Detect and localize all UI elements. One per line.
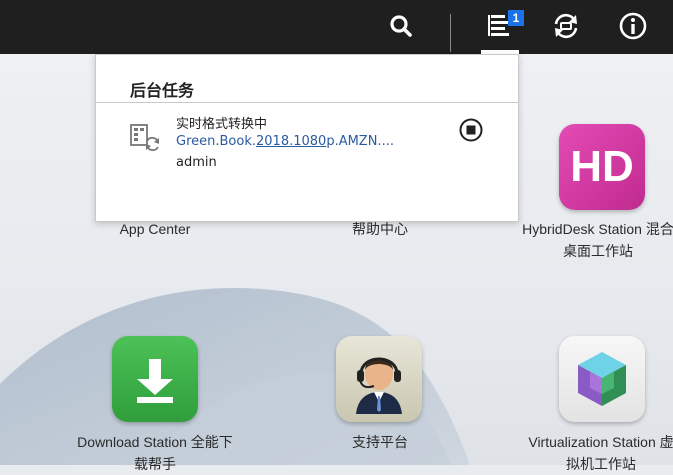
stop-task-button[interactable]: [459, 118, 483, 142]
tasks-count-badge: 1: [508, 10, 524, 26]
virtualization-app-icon[interactable]: [559, 336, 645, 422]
popup-title: 后台任务: [130, 81, 195, 100]
info-button[interactable]: [614, 8, 652, 44]
virtualization-label-line1: Virtualization Station 虚: [528, 434, 673, 450]
task-user: admin: [176, 155, 217, 170]
download-station-app-icon[interactable]: [112, 336, 198, 422]
download-station-label[interactable]: Download Station 全能下 载帮手: [60, 431, 250, 475]
sync-icon: [554, 13, 578, 39]
hybriddesk-label-line2: 桌面工作站: [563, 243, 633, 259]
stop-icon: [459, 118, 483, 142]
support-label[interactable]: 支持平台: [330, 431, 430, 453]
background-tasks-popup: 后台任务 实时格式转换中 Green.Book.2018.1080p.AMZN.…: [95, 54, 519, 222]
task-file-name[interactable]: Green.Book.2018.1080p.AMZN....: [176, 134, 394, 149]
transcode-task-icon: [129, 123, 161, 155]
hd-logo-text: HD: [570, 142, 634, 191]
download-station-label-line2: 载帮手: [134, 456, 176, 472]
virtualization-label[interactable]: Virtualization Station 虚 拟机工作站: [516, 431, 673, 475]
task-status: 实时格式转换中: [176, 117, 268, 132]
task-file-prefix: Green.Book.: [176, 134, 256, 149]
download-arrow-icon: [137, 359, 173, 403]
top-bar: 1: [0, 0, 673, 54]
topbar-separator: [450, 14, 451, 52]
info-icon: [619, 12, 647, 40]
support-app-icon[interactable]: [336, 336, 422, 422]
search-icon: [390, 15, 412, 37]
hybriddesk-app-icon[interactable]: HD: [559, 124, 645, 210]
virtualization-label-line2: 拟机工作站: [566, 456, 636, 472]
support-agent-icon: [356, 357, 402, 414]
hybriddesk-label[interactable]: HybridDesk Station 混合 桌面工作站: [513, 218, 673, 262]
cube-icon: [578, 352, 626, 406]
sync-button[interactable]: [547, 8, 585, 44]
hybriddesk-label-line1: HybridDesk Station 混合: [522, 221, 673, 237]
popup-divider: [96, 102, 518, 103]
download-station-label-line1: Download Station 全能下: [77, 434, 233, 450]
task-file-suffix: p.AMZN....: [326, 134, 394, 149]
search-button[interactable]: [382, 8, 420, 44]
task-file-link[interactable]: 2018.1080: [256, 134, 326, 149]
